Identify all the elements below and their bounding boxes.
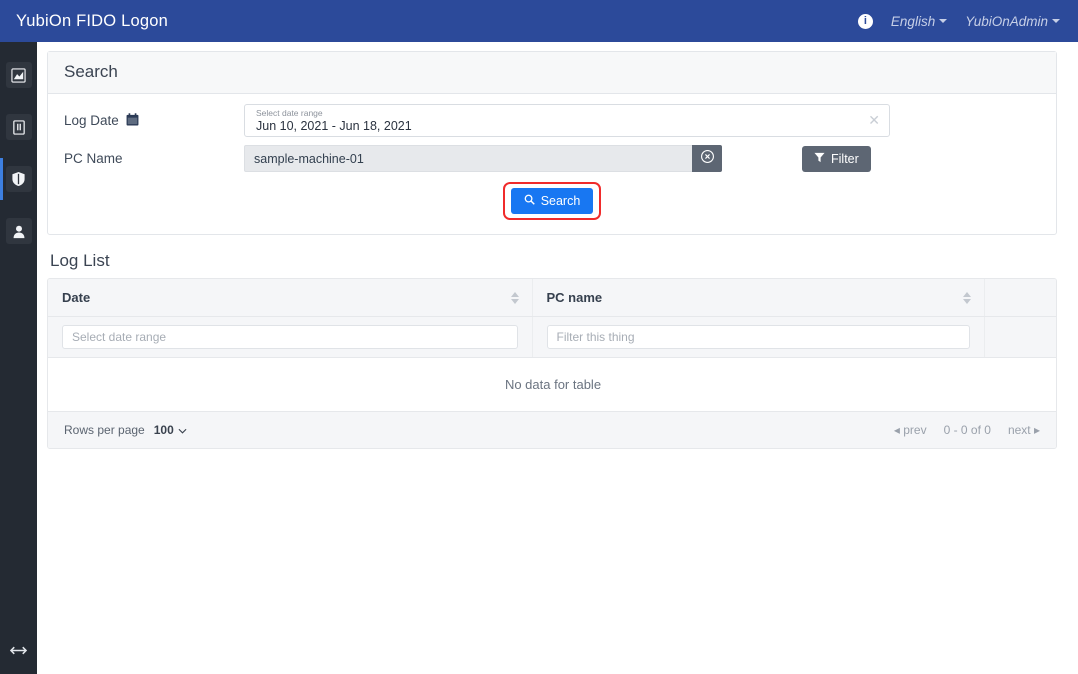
rows-per-page-select[interactable]: 100 [154,423,187,437]
circle-x-icon [700,149,715,169]
filter-cell-pc-name: Filter this thing [532,316,985,358]
search-card: Search Log Date Select date range Jun 10… [47,51,1057,235]
sort-descending-icon [962,298,971,304]
calendar-icon [126,112,139,129]
info-icon[interactable]: i [857,13,873,29]
rows-per-page-label: Rows per page [64,423,145,437]
no-data-message: No data for table [48,357,1056,412]
log-list-title: Log List [50,251,110,270]
log-date-float-label: Select date range [256,108,323,118]
arrows-left-right-icon [9,643,28,661]
sort-icon[interactable] [962,291,971,304]
pc-name-clear-button[interactable] [692,145,722,172]
search-card-title: Search [64,62,118,81]
prev-page-button[interactable]: ◂ prev [894,423,927,437]
pc-name-row: PC Name sample-machine-01 Filter [64,145,1040,172]
log-date-range-input[interactable]: Select date range Jun 10, 2021 - Jun 18,… [244,104,890,137]
language-label: English [890,13,936,29]
log-table-head: Date PC name Select date range Filter th… [48,279,1056,358]
empty-row: No data for table [48,357,1056,412]
table-footer: Rows per page 100 ◂ prev 0 - 0 of 0 next… [48,412,1056,448]
table-header-row: Date PC name [48,279,1056,317]
column-header-date[interactable]: Date [48,279,533,317]
triangle-left-icon: ◂ [893,423,900,437]
main-content: Search Log Date Select date range Jun 10… [37,42,1078,674]
sort-ascending-icon [962,291,971,297]
language-menu[interactable]: English [890,13,948,29]
account-menu[interactable]: YubiOnAdmin [965,14,1060,29]
log-table: Date PC name Select date range Filter th… [48,279,1056,412]
log-date-row: Log Date Select date range Jun 10, 2021 … [64,104,1040,137]
sidebar-item-log[interactable] [0,108,37,146]
pc-name-filter-input[interactable]: Filter this thing [546,325,970,349]
sidebar-item-users[interactable] [0,212,37,250]
navbar-right-group: i English YubiOnAdmin [857,13,1064,29]
sort-descending-icon [510,298,519,304]
sidebar-collapse-toggle[interactable] [0,630,37,674]
log-date-label-group: Log Date [64,112,244,129]
search-card-header: Search [48,52,1056,94]
rows-per-page-value: 100 [153,423,174,437]
chevron-down-icon [1052,19,1060,23]
sort-ascending-icon [510,291,519,297]
column-header-actions [984,279,1056,317]
app-brand: YubiOn FIDO Logon [16,11,168,30]
top-navbar: YubiOn FIDO Logon i English YubiOnAdmin [0,0,1078,42]
table-filter-row: Select date range Filter this thing [48,316,1056,358]
shield-icon [5,166,32,192]
search-button-highlight: Search [502,182,602,220]
prev-page-label: prev [903,423,927,437]
funnel-icon [814,152,825,166]
pagination: ◂ prev 0 - 0 of 0 next ▸ [894,423,1040,437]
next-page-button[interactable]: next ▸ [1008,423,1040,437]
log-table-body: No data for table [48,357,1056,412]
left-sidebar [0,42,37,674]
page-range-label: 0 - 0 of 0 [943,423,991,437]
pc-name-label: PC Name [64,151,123,166]
chevron-down-icon [939,19,948,23]
log-date-value: Jun 10, 2021 - Jun 18, 2021 [256,119,412,133]
search-icon [524,194,535,208]
log-list-table: Date PC name Select date range Filter th… [47,278,1057,449]
search-button-label: Search [540,194,581,208]
chevron-down-icon [178,423,187,437]
next-page-label: next [1007,423,1031,437]
column-header-date-label: Date [62,290,91,305]
close-icon[interactable]: ✕ [868,113,880,127]
triangle-right-icon: ▸ [1033,423,1040,437]
search-button-row: Search [64,182,1040,220]
filter-cell-actions [984,316,1056,358]
sidebar-item-security[interactable] [0,158,37,200]
log-date-label: Log Date [64,113,119,128]
column-header-pc-name-label: PC name [546,290,603,305]
pc-name-filter-placeholder: Filter this thing [556,330,635,344]
sort-icon[interactable] [510,291,519,304]
book-icon [5,114,32,140]
pc-name-value: sample-machine-01 [254,151,364,166]
column-header-pc-name[interactable]: PC name [532,279,985,317]
user-icon [5,218,32,244]
filter-button-label: Filter [831,151,859,166]
chart-icon [5,62,32,88]
search-card-body: Log Date Select date range Jun 10, 2021 … [48,94,1056,234]
date-filter-placeholder: Select date range [72,330,167,344]
pc-name-input[interactable]: sample-machine-01 [244,145,692,172]
search-button[interactable]: Search [510,188,594,214]
date-filter-input[interactable]: Select date range [62,325,518,349]
filter-cell-date: Select date range [48,316,533,358]
sidebar-item-dashboard[interactable] [0,56,37,94]
account-label: YubiOnAdmin [965,13,1048,29]
filter-button[interactable]: Filter [802,145,871,172]
